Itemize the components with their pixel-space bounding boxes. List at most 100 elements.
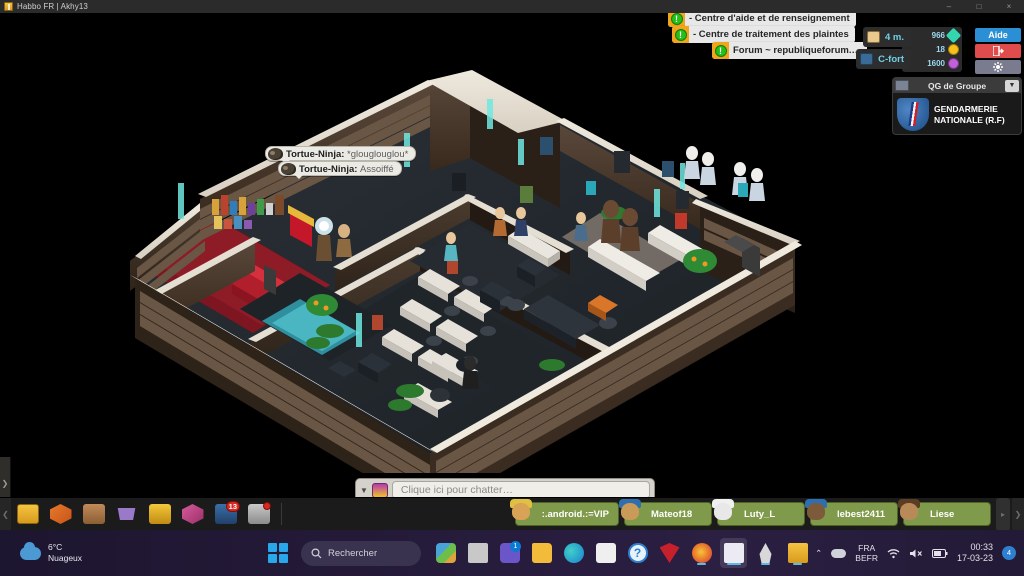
user-chip[interactable]: Luty_L bbox=[712, 499, 805, 526]
tray-expand-chevron-icon[interactable]: ⌃ bbox=[815, 548, 822, 559]
window-title: Habbo FR | Akhy13 bbox=[17, 2, 88, 11]
taskbar-app-photos[interactable] bbox=[432, 538, 459, 568]
taskbar-app-teams[interactable]: 1 bbox=[496, 538, 523, 568]
volume-muted-icon[interactable] bbox=[909, 548, 923, 559]
isometric-room-view[interactable] bbox=[0, 13, 1024, 510]
diamonds-row[interactable]: 966 bbox=[932, 28, 962, 44]
taskbar-center[interactable]: Rechercher 1 ? bbox=[268, 530, 811, 576]
habbo-game-stage[interactable]: ❯ Tortue-Ninja: *glouglouglou* Tortue-Ni… bbox=[0, 13, 1024, 510]
habbo-favicon-icon bbox=[4, 2, 13, 11]
help-button[interactable]: Aide bbox=[975, 28, 1021, 42]
firefox-icon bbox=[691, 543, 712, 563]
taskbar-app-habbo[interactable] bbox=[784, 538, 811, 568]
taskbar-app-edge[interactable] bbox=[560, 538, 587, 568]
chevron-down-icon[interactable]: ▼ bbox=[1005, 79, 1019, 92]
maximize-button[interactable]: □ bbox=[964, 0, 994, 13]
taskbar-app-snipping-tool[interactable] bbox=[720, 538, 747, 568]
taskbar-app-task-view[interactable] bbox=[464, 538, 491, 568]
toolbar-scroll-right-end[interactable]: ❯ bbox=[1012, 497, 1024, 531]
notification-link[interactable]: ! - Centre d'aide et de renseignement bbox=[668, 13, 856, 27]
chat-bubble[interactable]: Tortue-Ninja: *glouglouglou* bbox=[265, 146, 417, 164]
user-chip[interactable]: Liese bbox=[898, 499, 991, 526]
taskbar-app-help[interactable]: ? bbox=[624, 538, 651, 568]
habbo-client-icon bbox=[787, 543, 808, 563]
exclamation-icon: ! bbox=[672, 26, 689, 43]
task-view-icon bbox=[467, 543, 488, 563]
avatar bbox=[509, 499, 535, 529]
taskbar-weather-widget[interactable]: 6°C Nuageux bbox=[20, 541, 83, 564]
toolbar-scroll-left[interactable]: ❮ bbox=[0, 497, 11, 531]
taskbar-app-firefox[interactable] bbox=[688, 538, 715, 568]
notification-label: - Centre de traitement des plaintes bbox=[693, 29, 849, 40]
currency-panel[interactable]: 966 18 1600 bbox=[902, 27, 962, 72]
taskbar-app-mcafee[interactable] bbox=[656, 538, 683, 568]
chat-bubble-avatar bbox=[281, 163, 296, 175]
group-hq-header: QG de Groupe ▼ bbox=[893, 78, 1021, 93]
gendarmerie-badge-icon bbox=[897, 98, 929, 131]
group-hq-widget[interactable]: QG de Groupe ▼ GENDARMERIE NATIONALE (R.… bbox=[892, 77, 1022, 135]
file-explorer-icon bbox=[531, 543, 552, 563]
windows-start-icon[interactable] bbox=[268, 543, 288, 563]
group-hq-body[interactable]: GENDARMERIE NATIONALE (R.F) bbox=[893, 93, 1021, 136]
exclamation-icon: ! bbox=[668, 13, 685, 27]
minimize-button[interactable]: – bbox=[934, 0, 964, 13]
screen-root: Habbo FR | Akhy13 – □ × ❯ Tortue-Ninja: … bbox=[0, 0, 1024, 576]
group-hq-title: QG de Groupe bbox=[927, 80, 987, 91]
toolbar-icon-inventory[interactable] bbox=[177, 500, 208, 529]
chat-bubble-message: *glouglouglou* bbox=[347, 149, 409, 160]
toolbar-icon-builders-club[interactable] bbox=[144, 500, 175, 529]
duckets-amount: 1600 bbox=[927, 58, 945, 68]
settings-button[interactable] bbox=[975, 60, 1021, 74]
language-indicator[interactable]: FRA BEFR bbox=[855, 543, 878, 563]
notification-link[interactable]: ! - Centre de traitement des plaintes bbox=[672, 26, 855, 43]
onedrive-cloud-icon[interactable] bbox=[831, 548, 847, 558]
clock-date: 17-03-23 bbox=[956, 553, 993, 563]
cloud-icon bbox=[20, 541, 41, 560]
toolbar-icon-habbo-home[interactable] bbox=[12, 500, 43, 529]
taskbar-system-tray[interactable]: ⌃ FRA BEFR 00:33 17-03-23 4 bbox=[815, 530, 1016, 576]
toolbar-icon-navigator[interactable] bbox=[45, 500, 76, 529]
toolbar-icon-profile[interactable] bbox=[78, 500, 109, 529]
chat-style-caret-icon[interactable]: ▼ bbox=[360, 486, 368, 495]
avatar bbox=[618, 499, 644, 529]
duckets-row[interactable]: 1600 bbox=[927, 57, 959, 69]
close-button[interactable]: × bbox=[994, 0, 1024, 13]
avatar bbox=[897, 499, 923, 529]
user-chip-name: Liese bbox=[930, 508, 955, 520]
notification-center-badge[interactable]: 4 bbox=[1002, 546, 1016, 560]
user-chip[interactable]: lebest2411 bbox=[805, 499, 898, 526]
taskbar-clock[interactable]: 00:33 17-03-23 bbox=[957, 542, 993, 564]
taskbar-search[interactable]: Rechercher bbox=[301, 540, 421, 566]
user-chip-name: Luty_L bbox=[744, 508, 776, 520]
habbo-running-indicator bbox=[793, 563, 802, 565]
wifi-icon[interactable] bbox=[887, 548, 900, 559]
help-icon: ? bbox=[627, 543, 648, 563]
credits-row[interactable]: 18 bbox=[936, 43, 959, 55]
notification-label: - Centre d'aide et de renseignement bbox=[689, 13, 850, 24]
chat-bubble-message: Assoiffé bbox=[360, 164, 394, 175]
room-timer-chip[interactable]: 4 m. bbox=[862, 27, 911, 47]
weather-condition: Nuageux bbox=[48, 553, 83, 563]
user-chip[interactable]: Mateof18 bbox=[619, 499, 712, 526]
windows-taskbar[interactable]: 6°C Nuageux Rechercher 1 ? ⌃ FRA BEFR 00… bbox=[0, 530, 1024, 576]
taskbar-app-file-explorer[interactable] bbox=[528, 538, 555, 568]
taskbar-app-rocket-launcher[interactable] bbox=[752, 538, 779, 568]
user-chip[interactable]: :.android.:=VIP bbox=[509, 499, 619, 526]
snipping-tool-icon bbox=[723, 543, 744, 563]
exit-room-button[interactable] bbox=[975, 44, 1021, 58]
taskbar-app-microsoft-store[interactable] bbox=[592, 538, 619, 568]
toolbar-icon-friends[interactable]: 13 bbox=[210, 500, 241, 529]
room-name-chip[interactable]: C-fort bbox=[856, 49, 911, 69]
chat-style-icon[interactable] bbox=[371, 482, 388, 498]
battery-icon[interactable] bbox=[931, 548, 948, 558]
toolbar-icon-camera[interactable] bbox=[243, 500, 274, 529]
rocket-running-indicator bbox=[761, 563, 770, 565]
photos-icon bbox=[435, 543, 456, 563]
chat-bubble[interactable]: Tortue-Ninja: Assoiffé bbox=[278, 161, 402, 179]
bed-icon bbox=[860, 53, 874, 65]
client-toolbar[interactable]: ❮ 13 :.android.:=VIP Mateof18 Luty_L leb… bbox=[0, 497, 1024, 531]
toolbar-scroll-right[interactable]: ▸ bbox=[996, 497, 1010, 531]
notification-link[interactable]: ! Forum ~ republiqueforum.… bbox=[712, 42, 867, 59]
firefox-running-indicator bbox=[697, 563, 706, 565]
toolbar-icon-catalogue[interactable] bbox=[111, 500, 142, 529]
